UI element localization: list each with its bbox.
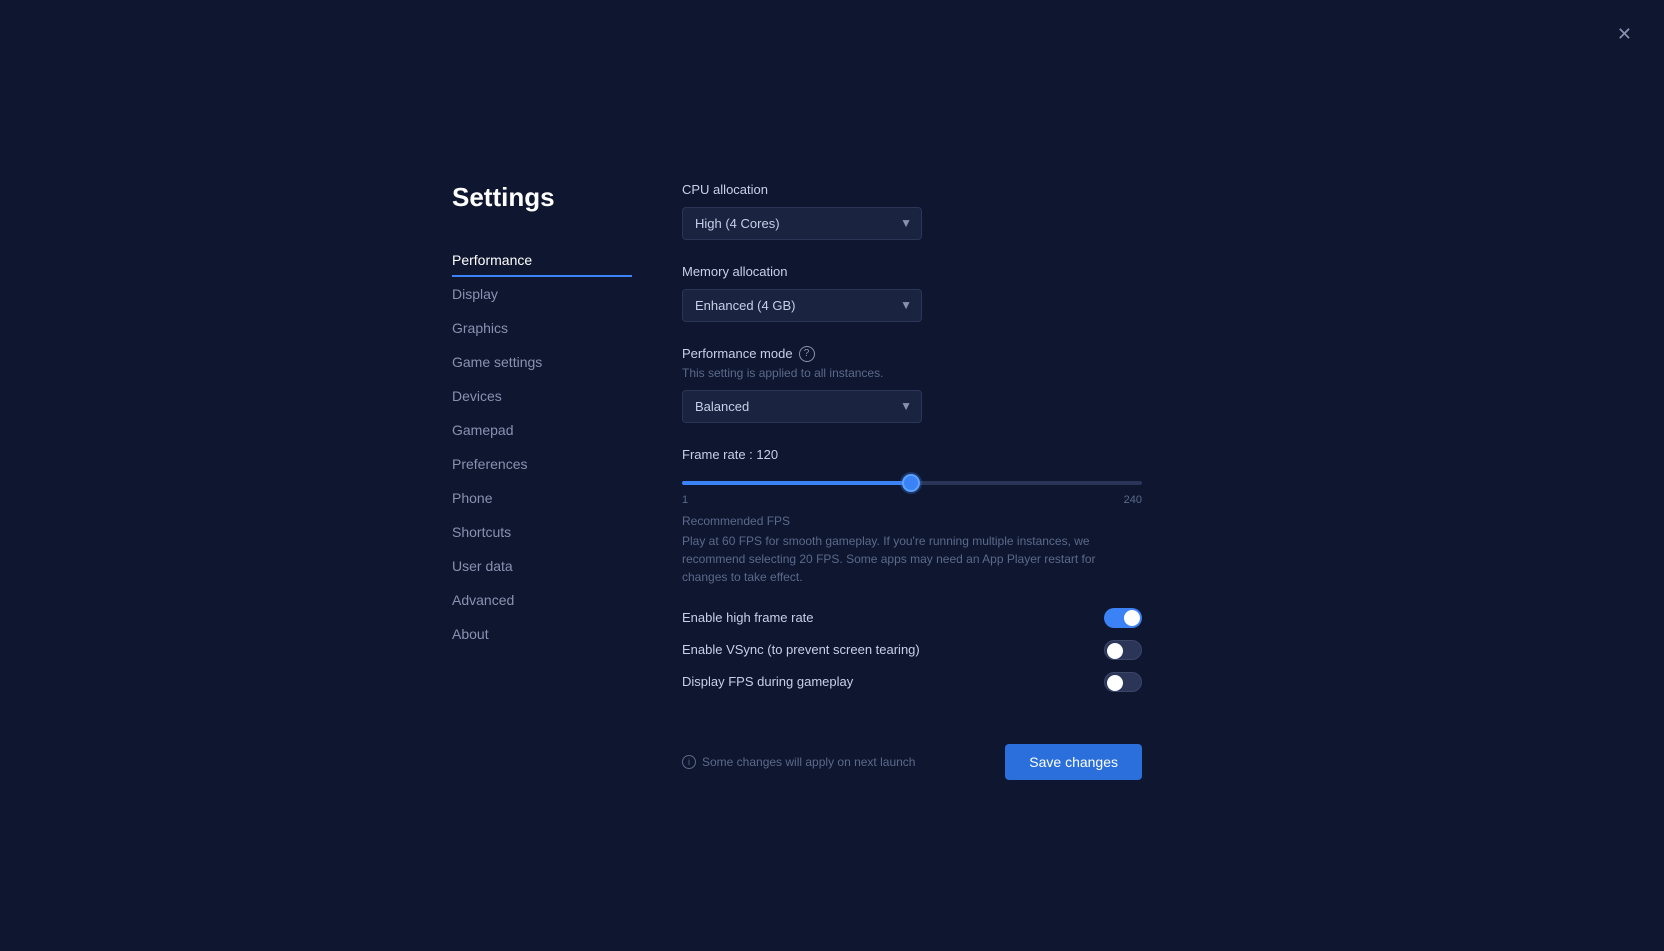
toggle-row-high-frame-rate: Enable high frame rate (682, 602, 1142, 634)
toggle-row-display-fps: Display FPS during gameplay (682, 666, 1142, 698)
close-button[interactable]: ✕ (1609, 20, 1640, 49)
sidebar-item-display[interactable]: Display (452, 277, 632, 311)
memory-allocation-section: Memory allocation Low (1 GB) Standard (2… (682, 264, 1212, 322)
toggle-row-vsync: Enable VSync (to prevent screen tearing) (682, 634, 1142, 666)
performance-mode-label-row: Performance mode ? (682, 346, 1212, 362)
toggle-thumb-vsync (1107, 643, 1123, 659)
sidebar-item-phone[interactable]: Phone (452, 481, 632, 515)
toggle-thumb-high-frame-rate (1124, 610, 1140, 626)
slider-max: 240 (1124, 494, 1142, 506)
toggle-label-vsync: Enable VSync (to prevent screen tearing) (682, 642, 920, 657)
sidebar-item-graphics[interactable]: Graphics (452, 311, 632, 345)
performance-mode-label-text: Performance mode (682, 346, 793, 361)
sidebar-item-preferences[interactable]: Preferences (452, 447, 632, 481)
slider-range: 1 240 (682, 494, 1142, 506)
toggle-label-display-fps: Display FPS during gameplay (682, 674, 853, 689)
frame-rate-label: Frame rate : 120 (682, 447, 1212, 462)
memory-allocation-wrapper: Low (1 GB) Standard (2 GB) Enhanced (4 G… (682, 289, 922, 322)
memory-allocation-label: Memory allocation (682, 264, 1212, 279)
sidebar-item-performance[interactable]: Performance (452, 243, 632, 277)
sidebar: Settings Performance Display Graphics Ga… (452, 172, 632, 780)
memory-allocation-select[interactable]: Low (1 GB) Standard (2 GB) Enhanced (4 G… (682, 289, 922, 322)
toggle-label-high-frame-rate: Enable high frame rate (682, 610, 814, 625)
performance-mode-help-icon[interactable]: ? (799, 346, 815, 362)
footer: i Some changes will apply on next launch… (682, 728, 1142, 780)
sidebar-item-game-settings[interactable]: Game settings (452, 345, 632, 379)
performance-mode-select[interactable]: Power saving Balanced High performance (682, 390, 922, 423)
frame-rate-slider-wrapper: 1 240 (682, 472, 1142, 506)
recommended-fps-desc: Play at 60 FPS for smooth gameplay. If y… (682, 532, 1142, 586)
sidebar-nav: Performance Display Graphics Game settin… (452, 243, 632, 651)
sidebar-item-shortcuts[interactable]: Shortcuts (452, 515, 632, 549)
sidebar-item-about[interactable]: About (452, 617, 632, 651)
footer-note: i Some changes will apply on next launch (682, 755, 915, 769)
performance-mode-section: Performance mode ? This setting is appli… (682, 346, 1212, 423)
toggle-track-high-frame-rate (1104, 608, 1142, 628)
toggle-high-frame-rate[interactable] (1104, 608, 1142, 628)
info-icon: i (682, 755, 696, 769)
slider-min: 1 (682, 494, 688, 506)
performance-mode-hint: This setting is applied to all instances… (682, 366, 1212, 380)
sidebar-item-user-data[interactable]: User data (452, 549, 632, 583)
sidebar-item-gamepad[interactable]: Gamepad (452, 413, 632, 447)
cpu-allocation-section: CPU allocation Low (1 Core) Medium (2 Co… (682, 182, 1212, 240)
frame-rate-section: Frame rate : 120 1 240 Recommended FPS P… (682, 447, 1212, 586)
toggles-container: Enable high frame rate Enable VSync (to … (682, 602, 1212, 698)
toggle-vsync[interactable] (1104, 640, 1142, 660)
cpu-allocation-select[interactable]: Low (1 Core) Medium (2 Cores) High (4 Co… (682, 207, 922, 240)
toggle-thumb-display-fps (1107, 675, 1123, 691)
cpu-allocation-label: CPU allocation (682, 182, 1212, 197)
sidebar-item-advanced[interactable]: Advanced (452, 583, 632, 617)
recommended-fps-title: Recommended FPS (682, 514, 1212, 528)
main-content: CPU allocation Low (1 Core) Medium (2 Co… (632, 172, 1212, 780)
page-title: Settings (452, 182, 632, 213)
save-changes-button[interactable]: Save changes (1005, 744, 1142, 780)
toggle-display-fps[interactable] (1104, 672, 1142, 692)
cpu-allocation-wrapper: Low (1 Core) Medium (2 Cores) High (4 Co… (682, 207, 922, 240)
footer-note-text: Some changes will apply on next launch (702, 755, 915, 769)
sidebar-item-devices[interactable]: Devices (452, 379, 632, 413)
toggle-track-display-fps (1104, 672, 1142, 692)
frame-rate-slider[interactable] (682, 481, 1142, 485)
toggle-track-vsync (1104, 640, 1142, 660)
performance-mode-wrapper: Power saving Balanced High performance ▼ (682, 390, 922, 423)
settings-container: Settings Performance Display Graphics Ga… (452, 172, 1212, 780)
